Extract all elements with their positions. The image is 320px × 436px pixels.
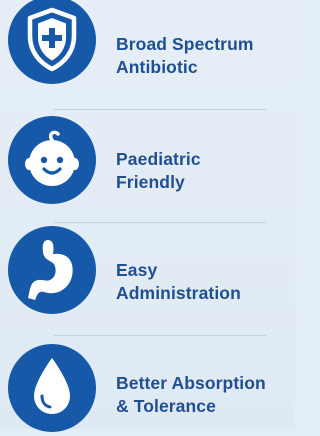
feature-label-line1: Better Absorption [116, 373, 266, 393]
feature-broad-spectrum: Broad Spectrum Antibiotic [0, 0, 295, 100]
feature-label: Paediatric Friendly [116, 148, 201, 194]
feature-label-line1: Paediatric [116, 149, 201, 169]
feature-label-line1: Broad Spectrum [116, 34, 254, 54]
feature-label-line2: Friendly [116, 172, 185, 192]
stomach-icon [8, 226, 96, 314]
feature-label: Broad Spectrum Antibiotic [116, 33, 254, 79]
water-drop-icon [8, 344, 96, 432]
divider [54, 222, 266, 223]
feature-label-line1: Easy [116, 260, 158, 280]
feature-label-line2: Administration [116, 283, 241, 303]
feature-label-line2: Antibiotic [116, 57, 198, 77]
feature-label: Better Absorption & Tolerance [116, 372, 266, 418]
feature-label-line2: & Tolerance [116, 396, 216, 416]
feature-better-absorption: Better Absorption & Tolerance [0, 336, 295, 436]
feature-paediatric: Paediatric Friendly [0, 112, 295, 212]
features-panel: Broad Spectrum Antibiotic Paediatric Fri… [0, 0, 295, 432]
divider [54, 109, 266, 110]
feature-easy-administration: Easy Administration [0, 224, 295, 324]
feature-label: Easy Administration [116, 259, 241, 305]
baby-face-icon [8, 116, 96, 204]
shield-plus-icon [8, 0, 96, 84]
